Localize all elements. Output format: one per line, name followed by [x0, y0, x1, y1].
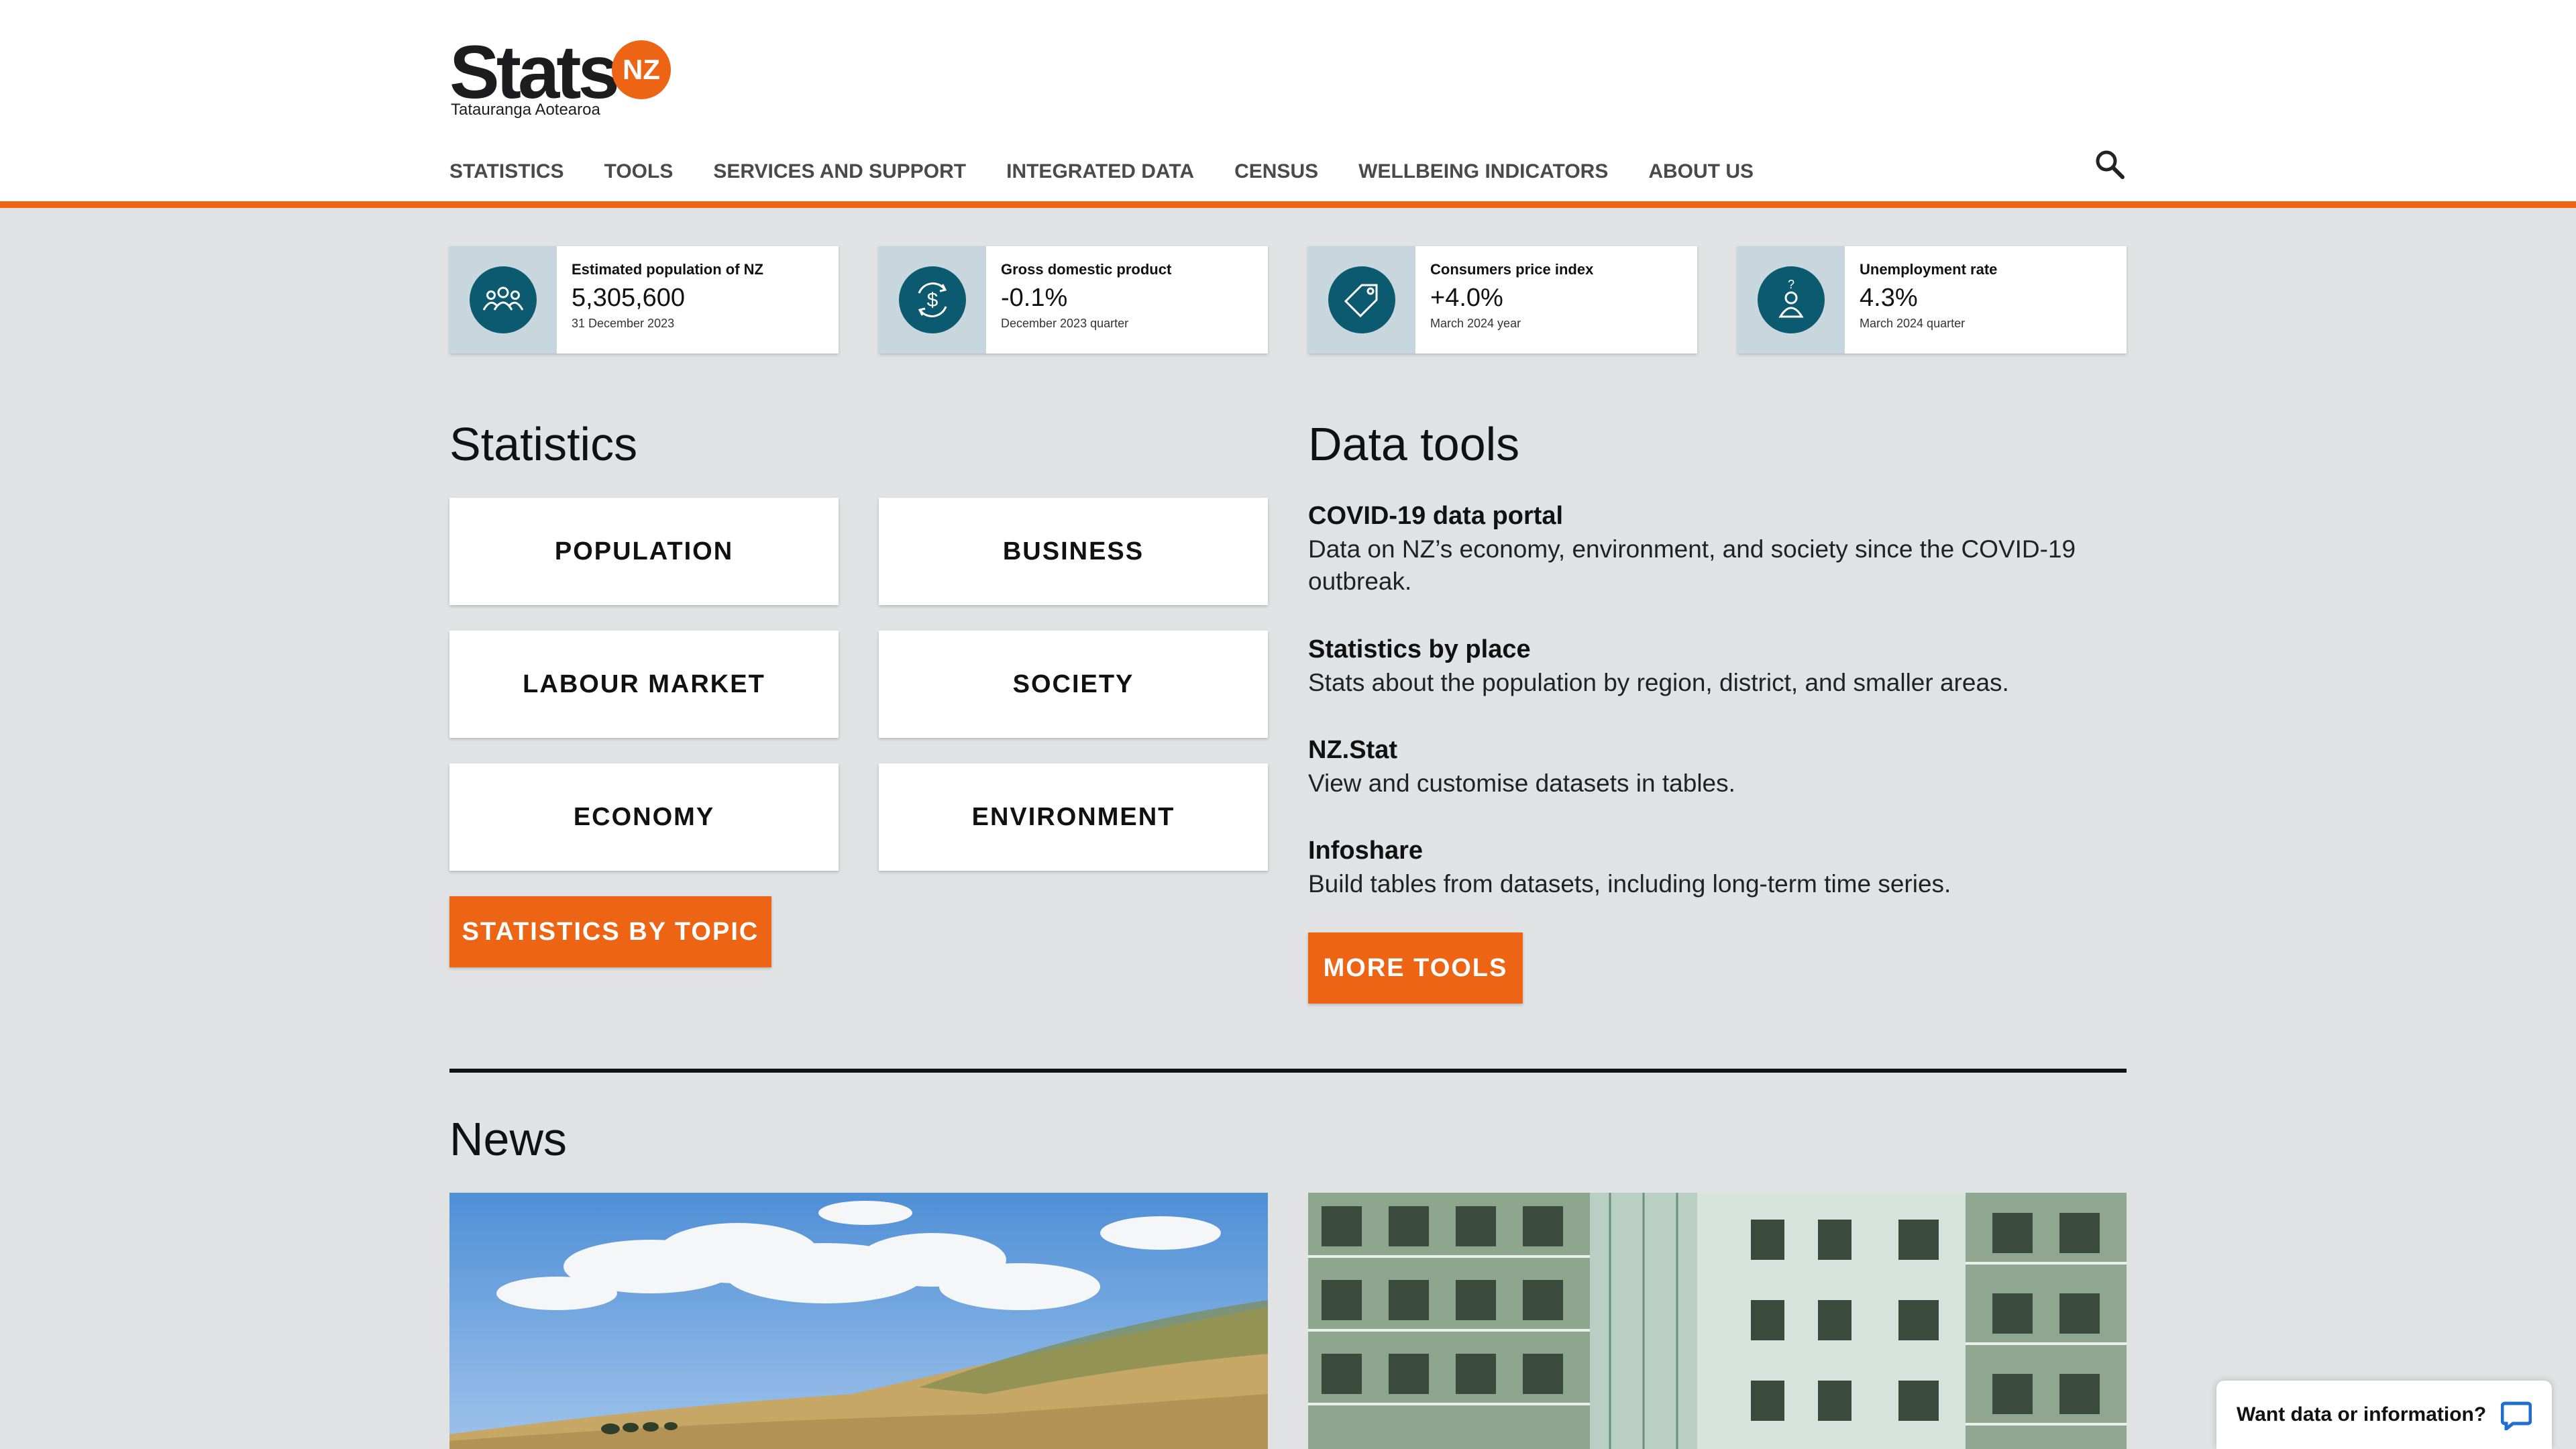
kpi-date: 31 December 2023 [572, 317, 675, 330]
tool-description: Stats about the population by region, di… [1308, 669, 2009, 696]
main-nav: STATISTICS TOOLS SERVICES AND SUPPORT IN… [449, 156, 1794, 188]
tool-item-statistics-by-place: Statistics by place Stats about the popu… [1308, 635, 2147, 699]
nav-item-tools[interactable]: TOOLS [604, 156, 674, 188]
kpi-value: 4.3% [1860, 284, 1918, 312]
svg-text:?: ? [1788, 278, 1794, 291]
tool-title[interactable]: NZ.Stat [1308, 736, 2147, 765]
section-divider [449, 1069, 2127, 1073]
tile-society[interactable]: SOCIETY [879, 631, 1268, 738]
kpi-label: Unemployment rate [1860, 261, 1998, 278]
kpi-card-unemployment[interactable]: ? Unemployment rate 4.3% March 2024 quar… [1737, 246, 2127, 354]
tile-labour-market[interactable]: LABOUR MARKET [449, 631, 839, 738]
tile-business[interactable]: BUSINESS [879, 498, 1268, 605]
kpi-card-gdp[interactable]: $ Gross domestic product -0.1% December … [879, 246, 1268, 354]
tool-description: Data on NZ’s economy, environment, and s… [1308, 535, 2076, 595]
tool-description: View and customise datasets in tables. [1308, 769, 1735, 797]
nav-item-statistics[interactable]: STATISTICS [449, 156, 564, 188]
kpi-label: Gross domestic product [1001, 261, 1172, 278]
statistics-by-topic-button[interactable]: STATISTICS BY TOPIC [449, 896, 771, 967]
statistics-heading: Statistics [449, 418, 638, 470]
tool-title[interactable]: Statistics by place [1308, 635, 2147, 664]
chat-bubble-icon [2500, 1401, 2532, 1433]
kpi-card-population[interactable]: Estimated population of NZ 5,305,600 31 … [449, 246, 839, 354]
people-icon [470, 266, 537, 333]
tile-economy[interactable]: ECONOMY [449, 763, 839, 871]
chat-widget[interactable]: Want data or information? [2216, 1381, 2552, 1449]
kpi-value: 5,305,600 [572, 284, 686, 312]
tool-description: Build tables from datasets, including lo… [1308, 870, 1951, 898]
kpi-date: March 2024 quarter [1860, 317, 1966, 330]
logo-tagline: Tatauranga Aotearoa [451, 101, 600, 119]
data-tools-heading: Data tools [1308, 418, 1520, 470]
news-image-apartments[interactable] [1308, 1193, 2127, 1449]
kpi-value: +4.0% [1430, 284, 1503, 312]
news-heading: News [449, 1113, 568, 1165]
news-image-landscape[interactable] [449, 1193, 1268, 1449]
more-tools-button[interactable]: MORE TOOLS [1308, 932, 1523, 1004]
kpi-label: Consumers price index [1430, 261, 1594, 278]
svg-text:$: $ [927, 289, 938, 311]
tool-item-infoshare: Infoshare Build tables from datasets, in… [1308, 837, 2147, 900]
site-header: Stats NZ Tatauranga Aotearoa STATISTICS … [0, 0, 2576, 208]
logo-nz-badge: NZ [612, 40, 671, 99]
price-tag-icon [1328, 266, 1395, 333]
search-icon[interactable] [2093, 148, 2127, 181]
logo-wordmark: Stats [449, 30, 620, 114]
kpi-date: December 2023 quarter [1001, 317, 1129, 330]
tool-item-nz-stat: NZ.Stat View and customise datasets in t… [1308, 736, 2147, 800]
chat-label: Want data or information? [2237, 1403, 2487, 1426]
kpi-label: Estimated population of NZ [572, 261, 763, 278]
kpi-row: Estimated population of NZ 5,305,600 31 … [449, 246, 2127, 354]
dollar-cycle-icon: $ [899, 266, 966, 333]
tool-title[interactable]: COVID-19 data portal [1308, 502, 2147, 531]
kpi-card-cpi[interactable]: Consumers price index +4.0% March 2024 y… [1308, 246, 1697, 354]
nav-item-integrated-data[interactable]: INTEGRATED DATA [1006, 156, 1194, 188]
tile-population[interactable]: POPULATION [449, 498, 839, 605]
nav-item-services-and-support[interactable]: SERVICES AND SUPPORT [713, 156, 966, 188]
nav-item-about-us[interactable]: ABOUT US [1648, 156, 1754, 188]
nav-item-wellbeing-indicators[interactable]: WELLBEING INDICATORS [1358, 156, 1608, 188]
tile-environment[interactable]: ENVIRONMENT [879, 763, 1268, 871]
stats-nz-logo[interactable]: Stats NZ Tatauranga Aotearoa [449, 35, 671, 122]
nav-item-census[interactable]: CENSUS [1234, 156, 1318, 188]
kpi-value: -0.1% [1001, 284, 1068, 312]
tool-title[interactable]: Infoshare [1308, 837, 2147, 865]
person-question-icon: ? [1758, 266, 1825, 333]
tool-item-covid19: COVID-19 data portal Data on NZ’s econom… [1308, 502, 2147, 598]
kpi-date: March 2024 year [1430, 317, 1521, 330]
